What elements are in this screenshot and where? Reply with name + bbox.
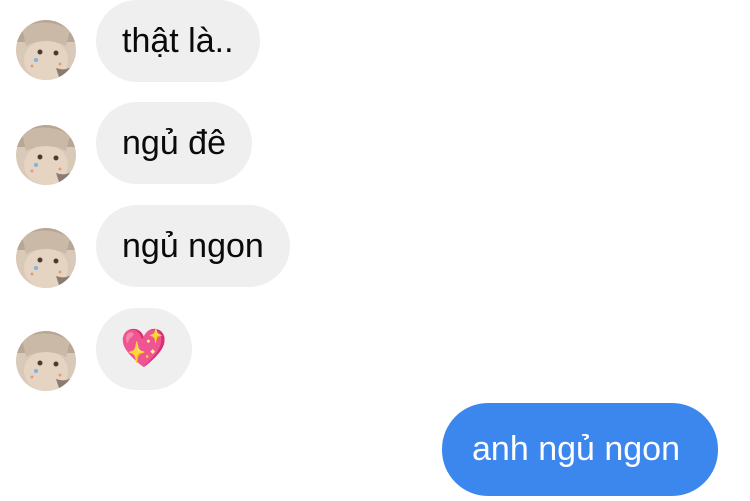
message-text: anh ngủ ngon [472,430,680,468]
incoming-message-bubble[interactable]: ngủ đê [96,102,252,184]
avatar-photo-icon [16,125,76,185]
message-text: ngủ ngon [122,226,264,265]
contact-avatar[interactable] [16,20,76,80]
avatar-photo-icon [16,20,76,80]
sparkling-heart-icon: 💖 [120,328,168,370]
avatar-photo-icon [16,228,76,288]
contact-avatar[interactable] [16,125,76,185]
avatar-photo-icon [16,331,76,391]
message-thread: thật là.. ngủ đê ngủ ngon 💖 anh ngủ ngon [0,0,750,501]
contact-avatar[interactable] [16,331,76,391]
message-text: ngủ đê [122,123,226,162]
outgoing-message-bubble[interactable]: anh ngủ ngon [442,403,718,496]
incoming-message-bubble[interactable]: thật là.. [96,0,260,82]
contact-avatar[interactable] [16,228,76,288]
message-text: thật là.. [122,21,234,60]
incoming-emoji-bubble[interactable]: 💖 [96,308,192,390]
incoming-message-bubble[interactable]: ngủ ngon [96,205,290,287]
